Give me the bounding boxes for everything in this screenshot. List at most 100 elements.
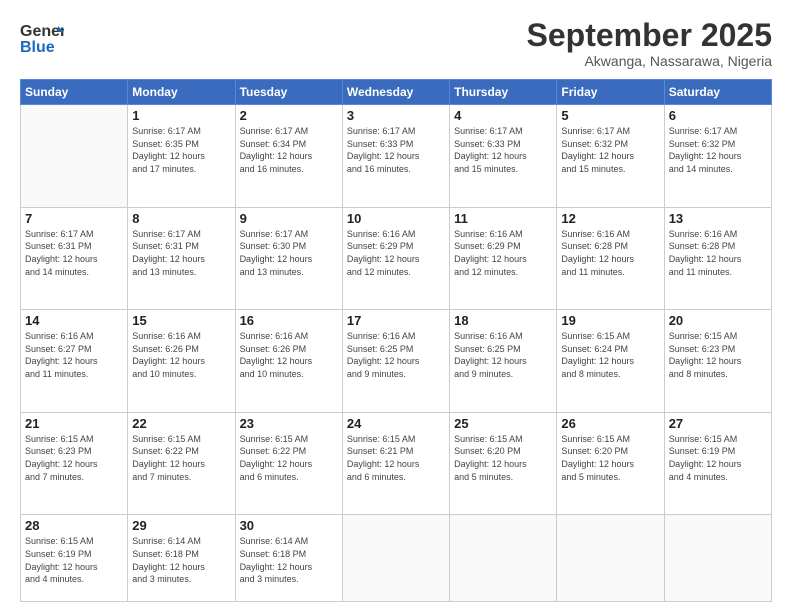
calendar-cell: 3 Sunrise: 6:17 AM Sunset: 6:33 PM Daylig… bbox=[342, 105, 449, 208]
day-info: Sunrise: 6:14 AM Sunset: 6:18 PM Dayligh… bbox=[240, 535, 338, 585]
day-number: 6 bbox=[669, 108, 767, 123]
day-number: 10 bbox=[347, 211, 445, 226]
day-number: 2 bbox=[240, 108, 338, 123]
day-number: 13 bbox=[669, 211, 767, 226]
day-number: 26 bbox=[561, 416, 659, 431]
day-info: Sunrise: 6:16 AM Sunset: 6:25 PM Dayligh… bbox=[454, 330, 552, 380]
day-info: Sunrise: 6:15 AM Sunset: 6:22 PM Dayligh… bbox=[132, 433, 230, 483]
title-block: September 2025 Akwanga, Nassarawa, Niger… bbox=[527, 18, 772, 69]
day-number: 16 bbox=[240, 313, 338, 328]
day-number: 25 bbox=[454, 416, 552, 431]
day-info: Sunrise: 6:16 AM Sunset: 6:29 PM Dayligh… bbox=[347, 228, 445, 278]
week-row-5: 28Sunrise: 6:15 AM Sunset: 6:19 PM Dayli… bbox=[21, 515, 772, 602]
weekday-thursday: Thursday bbox=[450, 80, 557, 105]
day-info: Sunrise: 6:16 AM Sunset: 6:26 PM Dayligh… bbox=[132, 330, 230, 380]
calendar-cell: 8 Sunrise: 6:17 AM Sunset: 6:31 PM Daylig… bbox=[128, 207, 235, 310]
day-info: Sunrise: 6:15 AM Sunset: 6:19 PM Dayligh… bbox=[669, 433, 767, 483]
day-info: Sunrise: 6:16 AM Sunset: 6:27 PM Dayligh… bbox=[25, 330, 123, 380]
calendar-cell: 28Sunrise: 6:15 AM Sunset: 6:19 PM Dayli… bbox=[21, 515, 128, 602]
day-number: 18 bbox=[454, 313, 552, 328]
week-row-4: 21 Sunrise: 6:15 AM Sunset: 6:23 PM Dayli… bbox=[21, 412, 772, 515]
calendar-cell: 13 Sunrise: 6:16 AM Sunset: 6:28 PM Dayli… bbox=[664, 207, 771, 310]
day-info: Sunrise: 6:17 AM Sunset: 6:31 PM Dayligh… bbox=[25, 228, 123, 278]
day-number: 20 bbox=[669, 313, 767, 328]
calendar-cell bbox=[557, 515, 664, 602]
calendar-cell: 24 Sunrise: 6:15 AM Sunset: 6:21 PM Dayli… bbox=[342, 412, 449, 515]
month-title: September 2025 bbox=[527, 18, 772, 53]
svg-text:Blue: Blue bbox=[20, 39, 55, 56]
calendar-cell bbox=[21, 105, 128, 208]
calendar-cell: 11Sunrise: 6:16 AM Sunset: 6:29 PM Dayli… bbox=[450, 207, 557, 310]
calendar-cell: 2Sunrise: 6:17 AM Sunset: 6:34 PM Daylig… bbox=[235, 105, 342, 208]
day-info: Sunrise: 6:17 AM Sunset: 6:31 PM Dayligh… bbox=[132, 228, 230, 278]
calendar-cell: 9Sunrise: 6:17 AM Sunset: 6:30 PM Daylig… bbox=[235, 207, 342, 310]
day-info: Sunrise: 6:14 AM Sunset: 6:18 PM Dayligh… bbox=[132, 535, 230, 585]
day-number: 8 bbox=[132, 211, 230, 226]
day-number: 27 bbox=[669, 416, 767, 431]
calendar-cell: 10 Sunrise: 6:16 AM Sunset: 6:29 PM Dayli… bbox=[342, 207, 449, 310]
location: Akwanga, Nassarawa, Nigeria bbox=[527, 53, 772, 69]
day-info: Sunrise: 6:16 AM Sunset: 6:25 PM Dayligh… bbox=[347, 330, 445, 380]
day-info: Sunrise: 6:16 AM Sunset: 6:26 PM Dayligh… bbox=[240, 330, 338, 380]
calendar-cell: 1Sunrise: 6:17 AM Sunset: 6:35 PM Daylig… bbox=[128, 105, 235, 208]
day-number: 30 bbox=[240, 518, 338, 533]
day-info: Sunrise: 6:15 AM Sunset: 6:22 PM Dayligh… bbox=[240, 433, 338, 483]
day-number: 29 bbox=[132, 518, 230, 533]
calendar-cell: 6Sunrise: 6:17 AM Sunset: 6:32 PM Daylig… bbox=[664, 105, 771, 208]
weekday-friday: Friday bbox=[557, 80, 664, 105]
day-info: Sunrise: 6:15 AM Sunset: 6:20 PM Dayligh… bbox=[561, 433, 659, 483]
calendar-cell bbox=[450, 515, 557, 602]
day-number: 3 bbox=[347, 108, 445, 123]
weekday-sunday: Sunday bbox=[21, 80, 128, 105]
week-row-3: 14 Sunrise: 6:16 AM Sunset: 6:27 PM Dayli… bbox=[21, 310, 772, 413]
calendar-cell: 30 Sunrise: 6:14 AM Sunset: 6:18 PM Dayli… bbox=[235, 515, 342, 602]
calendar-cell: 4Sunrise: 6:17 AM Sunset: 6:33 PM Daylig… bbox=[450, 105, 557, 208]
calendar-cell: 15 Sunrise: 6:16 AM Sunset: 6:26 PM Dayli… bbox=[128, 310, 235, 413]
weekday-header-row: SundayMondayTuesdayWednesdayThursdayFrid… bbox=[21, 80, 772, 105]
calendar-cell: 16 Sunrise: 6:16 AM Sunset: 6:26 PM Dayli… bbox=[235, 310, 342, 413]
weekday-saturday: Saturday bbox=[664, 80, 771, 105]
calendar-cell: 18 Sunrise: 6:16 AM Sunset: 6:25 PM Dayli… bbox=[450, 310, 557, 413]
day-number: 9 bbox=[240, 211, 338, 226]
day-number: 5 bbox=[561, 108, 659, 123]
day-info: Sunrise: 6:17 AM Sunset: 6:33 PM Dayligh… bbox=[347, 125, 445, 175]
day-number: 1 bbox=[132, 108, 230, 123]
calendar-table: SundayMondayTuesdayWednesdayThursdayFrid… bbox=[20, 79, 772, 602]
calendar-cell: 12 Sunrise: 6:16 AM Sunset: 6:28 PM Dayli… bbox=[557, 207, 664, 310]
day-number: 15 bbox=[132, 313, 230, 328]
calendar-cell: 14 Sunrise: 6:16 AM Sunset: 6:27 PM Dayli… bbox=[21, 310, 128, 413]
calendar-cell: 20 Sunrise: 6:15 AM Sunset: 6:23 PM Dayli… bbox=[664, 310, 771, 413]
calendar-cell: 25 Sunrise: 6:15 AM Sunset: 6:20 PM Dayli… bbox=[450, 412, 557, 515]
calendar-cell: 5Sunrise: 6:17 AM Sunset: 6:32 PM Daylig… bbox=[557, 105, 664, 208]
day-info: Sunrise: 6:15 AM Sunset: 6:20 PM Dayligh… bbox=[454, 433, 552, 483]
day-info: Sunrise: 6:15 AM Sunset: 6:24 PM Dayligh… bbox=[561, 330, 659, 380]
day-number: 23 bbox=[240, 416, 338, 431]
day-number: 12 bbox=[561, 211, 659, 226]
day-info: Sunrise: 6:15 AM Sunset: 6:23 PM Dayligh… bbox=[669, 330, 767, 380]
calendar-cell: 21 Sunrise: 6:15 AM Sunset: 6:23 PM Dayli… bbox=[21, 412, 128, 515]
day-info: Sunrise: 6:15 AM Sunset: 6:21 PM Dayligh… bbox=[347, 433, 445, 483]
page: General Blue September 2025 Akwanga, Nas… bbox=[0, 0, 792, 612]
day-number: 28 bbox=[25, 518, 123, 533]
week-row-2: 7Sunrise: 6:17 AM Sunset: 6:31 PM Daylig… bbox=[21, 207, 772, 310]
day-number: 24 bbox=[347, 416, 445, 431]
weekday-wednesday: Wednesday bbox=[342, 80, 449, 105]
logo: General Blue bbox=[20, 18, 64, 63]
day-info: Sunrise: 6:16 AM Sunset: 6:29 PM Dayligh… bbox=[454, 228, 552, 278]
calendar-cell: 7Sunrise: 6:17 AM Sunset: 6:31 PM Daylig… bbox=[21, 207, 128, 310]
day-info: Sunrise: 6:15 AM Sunset: 6:23 PM Dayligh… bbox=[25, 433, 123, 483]
calendar-cell: 19Sunrise: 6:15 AM Sunset: 6:24 PM Dayli… bbox=[557, 310, 664, 413]
week-row-1: 1Sunrise: 6:17 AM Sunset: 6:35 PM Daylig… bbox=[21, 105, 772, 208]
calendar-cell bbox=[342, 515, 449, 602]
weekday-tuesday: Tuesday bbox=[235, 80, 342, 105]
weekday-monday: Monday bbox=[128, 80, 235, 105]
day-info: Sunrise: 6:16 AM Sunset: 6:28 PM Dayligh… bbox=[669, 228, 767, 278]
day-number: 14 bbox=[25, 313, 123, 328]
calendar-cell: 17Sunrise: 6:16 AM Sunset: 6:25 PM Dayli… bbox=[342, 310, 449, 413]
calendar-cell: 26 Sunrise: 6:15 AM Sunset: 6:20 PM Dayli… bbox=[557, 412, 664, 515]
day-number: 22 bbox=[132, 416, 230, 431]
day-number: 21 bbox=[25, 416, 123, 431]
calendar-cell: 22 Sunrise: 6:15 AM Sunset: 6:22 PM Dayli… bbox=[128, 412, 235, 515]
day-info: Sunrise: 6:16 AM Sunset: 6:28 PM Dayligh… bbox=[561, 228, 659, 278]
calendar-cell: 29 Sunrise: 6:14 AM Sunset: 6:18 PM Dayli… bbox=[128, 515, 235, 602]
